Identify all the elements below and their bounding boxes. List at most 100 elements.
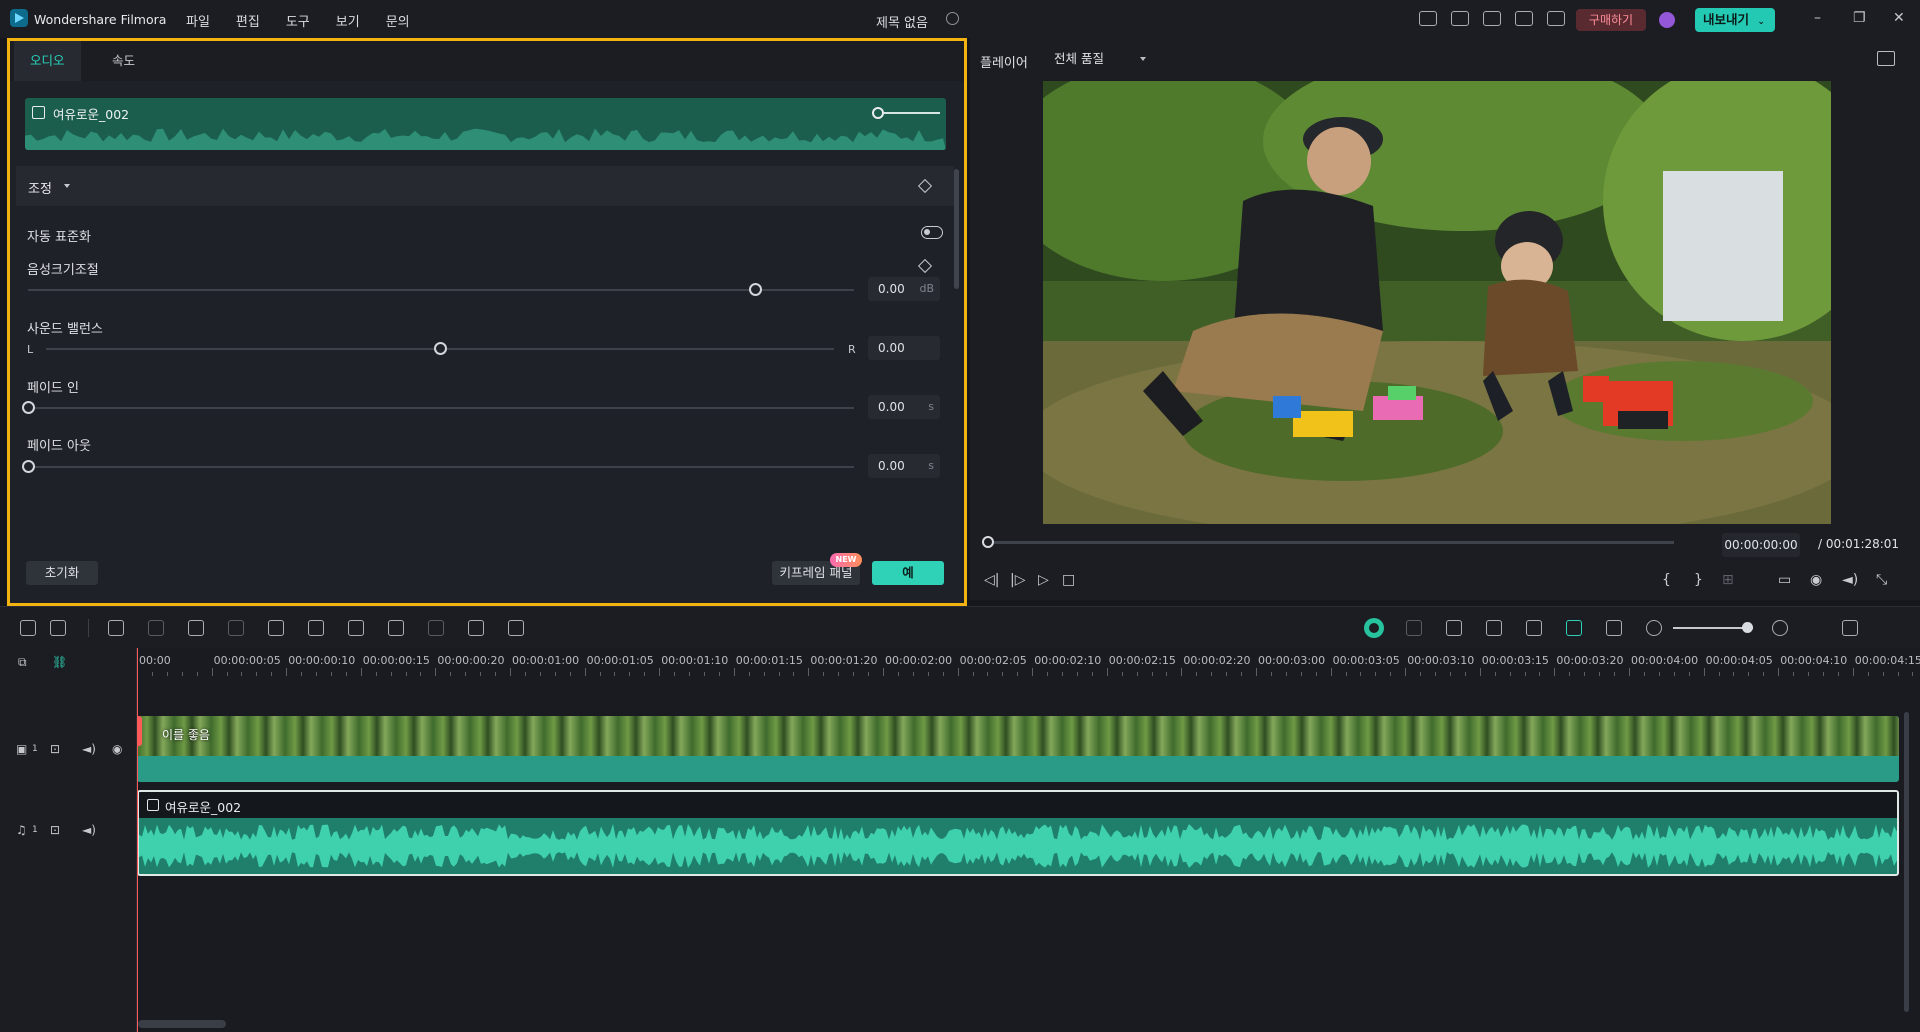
snapshot-icon[interactable]: ◉ — [1810, 572, 1822, 588]
select-tool-icon[interactable] — [50, 620, 66, 636]
keyframe-diamond-icon[interactable] — [917, 178, 933, 194]
adjust-section-header[interactable]: 조정 — [16, 166, 954, 206]
undo-icon[interactable] — [108, 620, 124, 636]
close-icon[interactable]: ✕ — [1893, 10, 1905, 26]
menu-tools[interactable]: 도구 — [286, 11, 310, 30]
ruler-label: 00:00:01:15 — [735, 654, 803, 667]
user-avatar[interactable] — [1659, 12, 1675, 28]
timeline-horizontal-scrollbar[interactable] — [138, 1020, 226, 1028]
mute-icon[interactable]: ◄) — [82, 823, 96, 837]
save-icon[interactable] — [1451, 11, 1469, 26]
play-icon[interactable]: ▷ — [1038, 572, 1049, 588]
playback-progress-knob[interactable] — [982, 536, 994, 548]
panel-scrollbar[interactable] — [954, 169, 959, 289]
volume-icon[interactable]: ◄) — [1842, 572, 1858, 588]
quality-value: 전체 품질 — [1054, 51, 1104, 66]
performance-chart-icon[interactable] — [1877, 51, 1895, 66]
playback-progress-track[interactable] — [986, 541, 1674, 544]
play-frame-icon[interactable]: |▷ — [1010, 572, 1025, 588]
menu-view[interactable]: 보기 — [336, 11, 360, 30]
playhead[interactable] — [137, 648, 138, 1032]
menu-edit[interactable]: 편집 — [236, 11, 260, 30]
volume-slider-knob[interactable] — [748, 283, 762, 296]
display-icon[interactable]: ▭ — [1778, 572, 1791, 588]
eye-icon[interactable]: ◉ — [112, 742, 122, 756]
quality-dropdown[interactable]: 전체 품질 — [1044, 47, 1154, 71]
menu-file[interactable]: 파일 — [186, 11, 210, 30]
balance-input[interactable]: 0.00 — [868, 336, 940, 360]
layout-icon[interactable] — [1419, 11, 1437, 26]
zoom-out-icon[interactable] — [1646, 620, 1662, 636]
snap-icon[interactable] — [1566, 620, 1582, 636]
ruler-tick — [1569, 672, 1571, 676]
previous-frame-icon[interactable]: ◁| — [984, 572, 999, 588]
timeline-area[interactable]: 00:00 00:00:00:05 00:00:00:10 00:00:00:15 00… — [137, 648, 1920, 1032]
ruler-tick — [435, 668, 437, 676]
audio-clip[interactable]: 여유로운_002 — [137, 790, 1899, 876]
clip-volume-knob[interactable] — [872, 107, 884, 119]
buy-button[interactable]: 구매하기 — [1576, 9, 1646, 31]
reset-button[interactable]: 초기화 — [26, 561, 98, 585]
restore-icon[interactable]: ❐ — [1853, 10, 1866, 26]
cloud-icon[interactable] — [1483, 11, 1501, 26]
adjust-icon[interactable] — [468, 620, 484, 636]
stabilize-icon[interactable] — [508, 620, 524, 636]
fade-out-input[interactable]: 0.00 s — [868, 454, 940, 478]
video-clip[interactable]: 이를 좋음 — [137, 716, 1899, 782]
fullscreen-icon[interactable]: ⤡ — [1876, 572, 1887, 588]
tab-speed[interactable]: 속도 — [96, 41, 151, 81]
mark-in-icon[interactable]: { — [1662, 572, 1671, 588]
time-ruler[interactable]: 00:00 00:00:00:05 00:00:00:10 00:00:00:15 00… — [137, 648, 1920, 676]
auto-normalize-toggle[interactable] — [921, 226, 943, 239]
zoom-slider-track[interactable] — [1673, 627, 1753, 629]
microphone-icon[interactable] — [1486, 620, 1502, 636]
link-icon[interactable]: ⛓ — [52, 655, 67, 669]
ruler-tick — [778, 672, 780, 676]
playhead-handle[interactable] — [137, 716, 142, 746]
zoom-in-icon[interactable] — [1772, 620, 1788, 636]
headset-icon[interactable] — [1515, 11, 1533, 26]
audio-tool-icon[interactable] — [268, 620, 284, 636]
fade-in-input[interactable]: 0.00 s — [868, 395, 940, 419]
delete-icon[interactable] — [188, 620, 204, 636]
volume-slider-track[interactable] — [28, 289, 854, 291]
apps-grid-icon[interactable] — [1547, 11, 1565, 26]
speed-icon[interactable] — [388, 620, 404, 636]
ruler-tick — [465, 672, 467, 676]
text-icon[interactable] — [308, 620, 324, 636]
menu-help[interactable]: 문의 — [386, 11, 410, 30]
fade-in-slider-knob[interactable] — [22, 401, 35, 414]
zoom-slider-knob[interactable] — [1742, 622, 1753, 633]
mark-out-icon[interactable]: } — [1694, 572, 1703, 588]
mute-icon[interactable]: ◄) — [82, 742, 96, 756]
tab-audio[interactable]: 오디오 — [14, 41, 81, 81]
lock-icon[interactable]: ⊡ — [50, 742, 60, 756]
balance-slider-knob[interactable] — [434, 342, 447, 355]
fade-out-slider-track[interactable] — [28, 466, 854, 468]
ruler-tick — [1226, 672, 1228, 676]
fade-out-slider-knob[interactable] — [22, 460, 35, 473]
volume-keyframe-icon[interactable] — [917, 258, 933, 274]
fade-in-slider-track[interactable] — [28, 407, 854, 409]
stop-icon[interactable]: □ — [1062, 572, 1075, 588]
ruler-label: 00:00:00:20 — [437, 654, 505, 667]
add-track-icon[interactable]: ⧉ — [18, 655, 27, 670]
ok-button[interactable]: 예 — [872, 561, 944, 585]
volume-input[interactable]: 0.00 dB — [868, 277, 940, 301]
pip-icon[interactable] — [1606, 620, 1622, 636]
app-name: Wondershare Filmora — [34, 12, 167, 27]
crop-rotate-icon[interactable] — [348, 620, 364, 636]
minimize-icon[interactable]: – — [1814, 10, 1821, 26]
marker-icon[interactable] — [1446, 620, 1462, 636]
export-button[interactable]: 내보내기 ⌄ — [1695, 8, 1775, 32]
timeline-vertical-scrollbar[interactable] — [1904, 712, 1909, 1012]
current-timecode[interactable]: 00:00:00:00 — [1722, 533, 1800, 557]
ruler-tick — [375, 672, 377, 676]
layout-grid-icon[interactable] — [20, 620, 36, 636]
track-layout-icon[interactable] — [1842, 620, 1858, 636]
audio-clip-name: 여유로운_002 — [165, 800, 242, 815]
ruler-label: 00:00:03:15 — [1481, 654, 1549, 667]
lock-icon[interactable]: ⊡ — [50, 823, 60, 837]
ai-render-icon[interactable] — [1364, 618, 1384, 638]
audio-mixer-icon[interactable] — [1526, 620, 1542, 636]
